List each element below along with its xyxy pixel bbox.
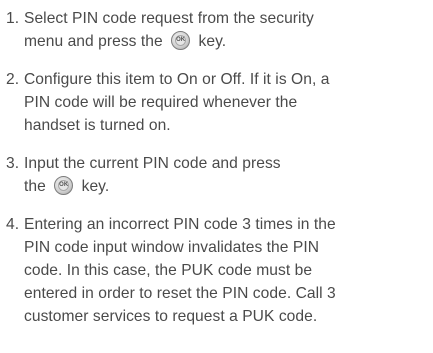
- step-line: handset is turned on.: [24, 117, 171, 134]
- step-line: key.: [198, 33, 227, 50]
- step-line: Select PIN code request from the securit…: [24, 10, 314, 27]
- step-line: code. In this case, the PUK code must be: [24, 262, 313, 279]
- step-number: 4.: [6, 216, 20, 233]
- step-number: 2.: [6, 71, 20, 88]
- step-3: 3. Input the current PIN code and press …: [6, 152, 427, 198]
- step-line: entered in order to reset the PIN code. …: [24, 285, 336, 302]
- ok-key-icon: OK: [54, 176, 74, 195]
- instruction-page: 1. Select PIN code request from the secu…: [0, 0, 433, 353]
- step-text: Configure this item to On or Off. If it …: [24, 68, 427, 137]
- step-line: the: [24, 178, 46, 195]
- step-line: PIN code input window invalidates the PI…: [24, 239, 320, 256]
- step-text: Entering an incorrect PIN code 3 times i…: [24, 213, 427, 328]
- step-2: 2. Configure this item to On or Off. If …: [6, 68, 427, 137]
- ok-key-label: OK: [176, 37, 186, 43]
- step-4: 4. Entering an incorrect PIN code 3 time…: [6, 213, 427, 328]
- step-number: 3.: [6, 155, 20, 172]
- ok-key-label: OK: [59, 182, 69, 188]
- instruction-steps: 1. Select PIN code request from the secu…: [6, 7, 427, 328]
- step-line: PIN code will be required whenever the: [24, 94, 298, 111]
- step-line: menu and press the: [24, 33, 163, 50]
- step-line: Configure this item to On or Off. If it …: [24, 71, 330, 88]
- ok-key-icon: OK: [171, 31, 191, 50]
- step-line: Input the current PIN code and press: [24, 155, 281, 172]
- step-line: customer services to request a PUK code.: [24, 308, 318, 325]
- step-line: key.: [81, 178, 110, 195]
- step-1: 1. Select PIN code request from the secu…: [6, 7, 427, 53]
- step-line: Entering an incorrect PIN code 3 times i…: [24, 216, 336, 233]
- step-text: Select PIN code request from the securit…: [24, 7, 427, 53]
- step-text: Input the current PIN code and press the…: [24, 152, 427, 198]
- step-number: 1.: [6, 10, 20, 27]
